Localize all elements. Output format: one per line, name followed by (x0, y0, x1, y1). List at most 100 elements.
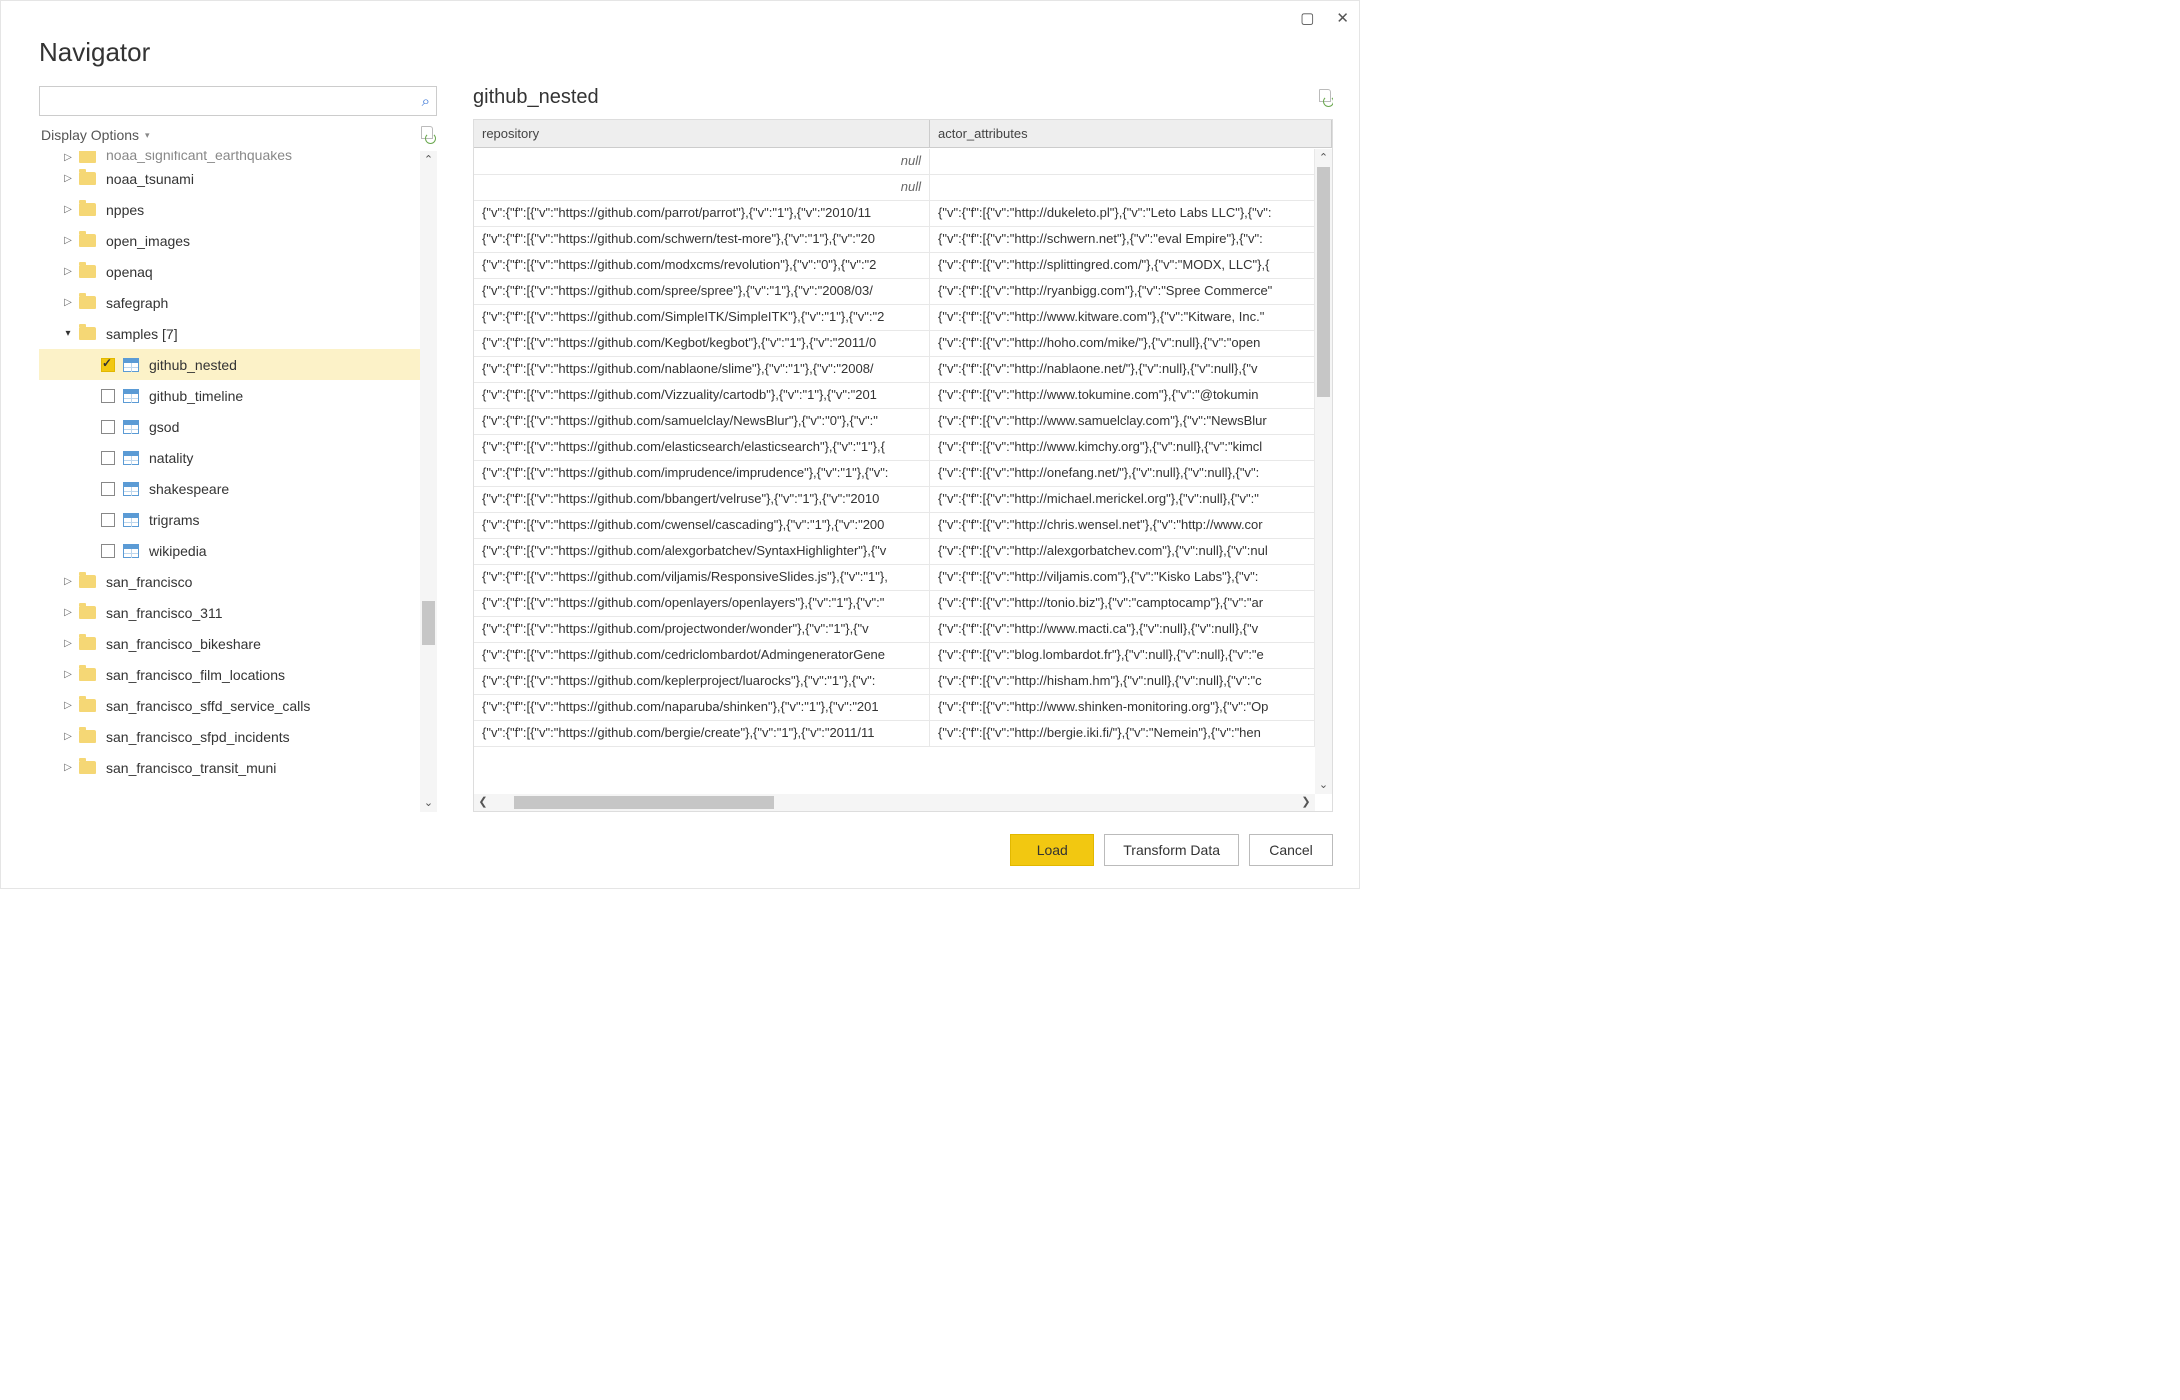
table-row[interactable]: {"v":{"f":[{"v":"https://github.com/open… (474, 591, 1315, 617)
table-row[interactable]: {"v":{"f":[{"v":"https://github.com/samu… (474, 409, 1315, 435)
transform-data-button[interactable]: Transform Data (1104, 834, 1239, 866)
checkbox[interactable] (101, 420, 115, 434)
tree-folder-item[interactable]: ▷san_francisco_311 (39, 597, 420, 628)
tree-folder-item[interactable]: ▷san_francisco_sfpd_incidents (39, 721, 420, 752)
tree-folder-item[interactable]: ▷san_francisco (39, 566, 420, 597)
tree-table-item[interactable]: github_nested (39, 349, 420, 380)
table-row[interactable]: {"v":{"f":[{"v":"https://github.com/cedr… (474, 643, 1315, 669)
table-row[interactable]: {"v":{"f":[{"v":"https://github.com/spre… (474, 279, 1315, 305)
tree-folder-item[interactable]: ▷noaa_significant_earthquakes (39, 151, 420, 163)
expand-icon[interactable]: ▷ (61, 266, 75, 277)
preview-pane: github_nested repository actor_attribute… (473, 86, 1333, 812)
table-row[interactable]: {"v":{"f":[{"v":"https://github.com/napa… (474, 695, 1315, 721)
expand-icon[interactable]: ▷ (61, 204, 75, 215)
scroll-right-icon[interactable]: ❯ (1297, 794, 1315, 811)
cancel-button[interactable]: Cancel (1249, 834, 1333, 866)
column-header-repository[interactable]: repository (474, 120, 930, 147)
expand-icon[interactable]: ▷ (61, 700, 75, 711)
table-row[interactable]: null (474, 149, 1315, 175)
checkbox[interactable] (101, 544, 115, 558)
scroll-left-icon[interactable]: ❮ (474, 794, 492, 811)
folder-icon (79, 234, 96, 247)
column-header-actor-attributes[interactable]: actor_attributes (930, 120, 1332, 147)
checkbox[interactable] (101, 358, 115, 372)
tree-folder-item[interactable]: ▷openaq (39, 256, 420, 287)
tree-folder-item[interactable]: ▷san_francisco_sffd_service_calls (39, 690, 420, 721)
expand-icon[interactable]: ▷ (61, 669, 75, 680)
table-row[interactable]: {"v":{"f":[{"v":"https://github.com/Vizz… (474, 383, 1315, 409)
table-row[interactable]: {"v":{"f":[{"v":"https://github.com/proj… (474, 617, 1315, 643)
grid-vertical-scrollbar[interactable]: ⌃ ⌄ (1315, 149, 1332, 794)
maximize-icon[interactable]: ▢ (1296, 5, 1318, 31)
scroll-down-icon[interactable]: ⌄ (420, 794, 437, 812)
expand-icon[interactable]: ▷ (61, 762, 75, 773)
checkbox[interactable] (101, 451, 115, 465)
tree-item-label: shakespeare (149, 481, 229, 497)
table-row[interactable]: {"v":{"f":[{"v":"https://github.com/bban… (474, 487, 1315, 513)
tree-folder-item[interactable]: ▷san_francisco_film_locations (39, 659, 420, 690)
table-row[interactable]: {"v":{"f":[{"v":"https://github.com/parr… (474, 201, 1315, 227)
checkbox[interactable] (101, 513, 115, 527)
close-icon[interactable]: ✕ (1332, 5, 1353, 31)
search-input-wrapper[interactable]: ⌕ (39, 86, 437, 116)
table-row[interactable]: {"v":{"f":[{"v":"https://github.com/impr… (474, 461, 1315, 487)
scroll-down-icon[interactable]: ⌄ (1315, 776, 1332, 794)
table-row[interactable]: {"v":{"f":[{"v":"https://github.com/schw… (474, 227, 1315, 253)
expand-icon[interactable]: ▷ (61, 638, 75, 649)
tree-table-item[interactable]: trigrams (39, 504, 420, 535)
grid-horizontal-scrollbar[interactable]: ❮ ❯ (474, 794, 1315, 811)
checkbox[interactable] (101, 389, 115, 403)
search-input[interactable] (46, 94, 422, 109)
table-row[interactable]: {"v":{"f":[{"v":"https://github.com/Kegb… (474, 331, 1315, 357)
scroll-thumb[interactable] (422, 601, 435, 645)
collapse-icon[interactable]: ▾ (61, 328, 75, 339)
expand-icon[interactable]: ▷ (61, 576, 75, 587)
checkbox[interactable] (101, 482, 115, 496)
tree-folder-item[interactable]: ▷san_francisco_bikeshare (39, 628, 420, 659)
tree-folder-item[interactable]: ▷san_francisco_transit_muni (39, 752, 420, 783)
table-row[interactable]: {"v":{"f":[{"v":"https://github.com/elas… (474, 435, 1315, 461)
display-options-label: Display Options (41, 127, 139, 143)
tree-table-item[interactable]: wikipedia (39, 535, 420, 566)
expand-icon[interactable]: ▷ (61, 173, 75, 184)
search-icon[interactable]: ⌕ (422, 93, 430, 110)
tree-folder-item[interactable]: ▷open_images (39, 225, 420, 256)
folder-icon (79, 203, 96, 216)
tree-table-item[interactable]: gsod (39, 411, 420, 442)
scroll-up-icon[interactable]: ⌃ (1315, 149, 1332, 167)
tree-folder-item[interactable]: ▷ noaa_tsunami (39, 163, 420, 194)
cell-repository: {"v":{"f":[{"v":"https://github.com/vilj… (474, 565, 930, 590)
table-row[interactable]: null (474, 175, 1315, 201)
tree-table-item[interactable]: github_timeline (39, 380, 420, 411)
table-row[interactable]: {"v":{"f":[{"v":"https://github.com/kepl… (474, 669, 1315, 695)
scroll-up-icon[interactable]: ⌃ (420, 151, 437, 169)
cell-repository: {"v":{"f":[{"v":"https://github.com/spre… (474, 279, 930, 304)
tree-item-label: noaa_tsunami (106, 171, 194, 187)
cell-actor-attributes: {"v":{"f":[{"v":"http://www.macti.ca"},{… (930, 617, 1315, 642)
refresh-data-icon[interactable] (1317, 89, 1333, 107)
tree-table-item[interactable]: natality (39, 442, 420, 473)
tree-folder-item[interactable]: ▾samples [7] (39, 318, 420, 349)
table-row[interactable]: {"v":{"f":[{"v":"https://github.com/cwen… (474, 513, 1315, 539)
tree-folder-item[interactable]: ▷nppes (39, 194, 420, 225)
tree-table-item[interactable]: shakespeare (39, 473, 420, 504)
table-row[interactable]: {"v":{"f":[{"v":"https://github.com/nabl… (474, 357, 1315, 383)
table-row[interactable]: {"v":{"f":[{"v":"https://github.com/modx… (474, 253, 1315, 279)
expand-icon[interactable]: ▷ (61, 607, 75, 618)
table-row[interactable]: {"v":{"f":[{"v":"https://github.com/vilj… (474, 565, 1315, 591)
table-row[interactable]: {"v":{"f":[{"v":"https://github.com/berg… (474, 721, 1315, 747)
expand-icon[interactable]: ▷ (61, 297, 75, 308)
table-row[interactable]: {"v":{"f":[{"v":"https://github.com/Simp… (474, 305, 1315, 331)
expand-icon[interactable]: ▷ (61, 235, 75, 246)
display-options-dropdown[interactable]: Display Options ▾ (41, 127, 150, 143)
tree-folder-item[interactable]: ▷safegraph (39, 287, 420, 318)
expand-icon[interactable]: ▷ (61, 152, 75, 163)
tree-vertical-scrollbar[interactable]: ⌃ ⌄ (420, 151, 437, 812)
cell-repository: {"v":{"f":[{"v":"https://github.com/parr… (474, 201, 930, 226)
refresh-preview-icon[interactable] (419, 126, 435, 144)
expand-icon[interactable]: ▷ (61, 731, 75, 742)
load-button[interactable]: Load (1010, 834, 1094, 866)
scroll-thumb[interactable] (514, 796, 774, 809)
scroll-thumb[interactable] (1317, 167, 1330, 397)
table-row[interactable]: {"v":{"f":[{"v":"https://github.com/alex… (474, 539, 1315, 565)
